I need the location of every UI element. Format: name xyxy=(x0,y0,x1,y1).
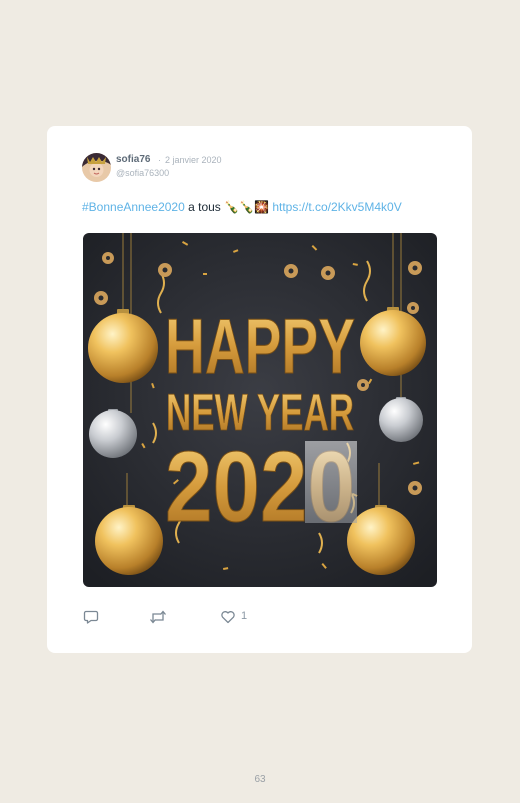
tweet-emojis: 🍾🍾🎇 xyxy=(224,200,269,214)
tweet-card: sofia76 · 2 janvier 2020 @sofia76300 #Bo… xyxy=(47,126,472,653)
like-count: 1 xyxy=(241,610,248,622)
tweet-url-link[interactable]: https://t.co/2Kkv5M4k0V xyxy=(272,200,401,214)
user-handle[interactable]: @sofia76300 xyxy=(116,168,169,178)
hashtag-link[interactable]: #BonneAnnee2020 xyxy=(82,200,185,214)
heart-icon[interactable] xyxy=(220,609,236,625)
reply-icon[interactable] xyxy=(83,609,99,625)
image-text-happy: HAPPY xyxy=(165,302,355,390)
page-number: 63 xyxy=(254,774,266,785)
tweet-body-text: a tous xyxy=(184,200,225,214)
avatar[interactable] xyxy=(82,153,111,182)
retweet-icon[interactable] xyxy=(149,609,167,625)
tweet-image[interactable]: HAPPY NEW YEAR 2020 xyxy=(83,233,437,587)
display-name[interactable]: sofia76 xyxy=(116,154,150,165)
tweet-date[interactable]: 2 janvier 2020 xyxy=(165,155,222,165)
tweet-actions: 1 xyxy=(83,609,383,627)
tweet-text: #BonneAnnee2020 a tous 🍾🍾🎇 https://t.co/… xyxy=(82,200,402,214)
separator-dot: · xyxy=(158,155,161,165)
